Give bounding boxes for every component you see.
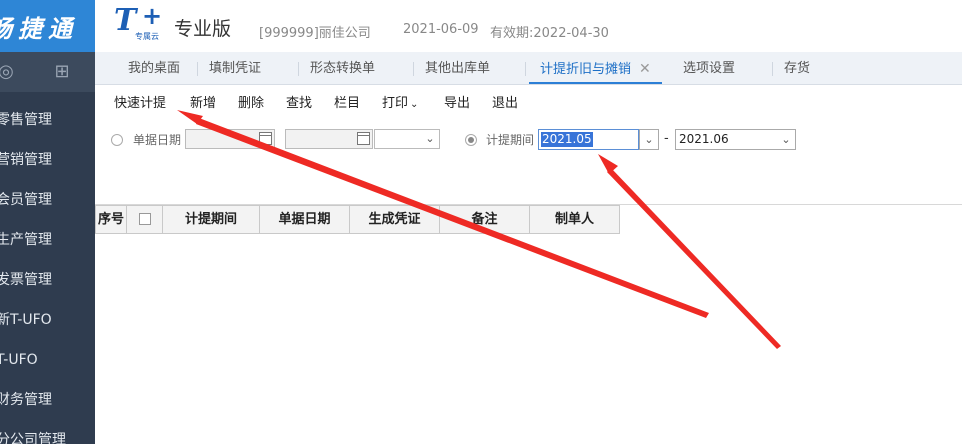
sidebar-item-label: 发票管理 bbox=[0, 272, 52, 288]
brand-text: 畅捷通 bbox=[0, 14, 78, 43]
sidebar-item-member[interactable]: 会员管理 bbox=[0, 180, 95, 220]
chevron-down-icon: ⌄ bbox=[410, 99, 419, 110]
delete-button[interactable]: 删除 bbox=[238, 92, 264, 111]
sidebar-item-finance[interactable]: 财务管理 bbox=[0, 380, 95, 420]
validity-date: 有效期:2022-04-30 bbox=[490, 26, 609, 41]
tab-label: 其他出库单 bbox=[425, 61, 491, 76]
period-label: 计提期间 bbox=[486, 133, 535, 147]
calendar-icon[interactable] bbox=[357, 132, 370, 145]
tab-divider bbox=[772, 62, 773, 76]
sidebar-item-label: 零售管理 bbox=[0, 112, 52, 128]
doc-date-label: 单据日期 bbox=[133, 133, 182, 147]
column-header-remark[interactable]: 备注 bbox=[440, 205, 530, 234]
sidebar-item-retail[interactable]: 零售管理 bbox=[0, 100, 95, 140]
data-grid: 序号 计提期间 单据日期 生成凭证 备注 制单人 bbox=[95, 205, 962, 444]
sidebar-item-label: 会员管理 bbox=[0, 192, 52, 208]
sidebar: 畅捷通 ◎ ⊞ 零售管理 营销管理 会员管理 生产管理 发票管理 新T-UFO … bbox=[0, 0, 95, 444]
close-icon[interactable]: ✕ bbox=[639, 61, 651, 77]
sidebar-icon-bar: ◎ ⊞ bbox=[0, 52, 95, 92]
period-to-field[interactable]: 2021.06 ⌄ bbox=[675, 129, 796, 150]
grid-header: 序号 计提期间 单据日期 生成凭证 备注 制单人 bbox=[95, 205, 620, 234]
chevron-down-icon[interactable]: ⌄ bbox=[639, 129, 659, 150]
sidebar-item-production[interactable]: 生产管理 bbox=[0, 220, 95, 260]
calendar-icon[interactable] bbox=[259, 132, 272, 145]
column-header-index[interactable]: 序号 bbox=[95, 205, 127, 234]
sidebar-item-marketing[interactable]: 营销管理 bbox=[0, 140, 95, 180]
tab-form-conversion[interactable]: 形态转换单 bbox=[310, 52, 375, 84]
search-icon[interactable]: ◎ bbox=[0, 62, 16, 82]
tab-label: 我的桌面 bbox=[128, 61, 181, 76]
sidebar-menu: 零售管理 营销管理 会员管理 生产管理 发票管理 新T-UFO T-UFO 财务… bbox=[0, 100, 95, 444]
select-all-checkbox[interactable] bbox=[138, 212, 151, 225]
company-name: [999999]丽佳公司 bbox=[259, 26, 371, 41]
doc-date-radio[interactable] bbox=[111, 134, 123, 146]
product-logo: T bbox=[114, 3, 137, 38]
sidebar-item-t-ufo[interactable]: T-UFO bbox=[0, 340, 95, 380]
period-from-field[interactable]: 2021.05 bbox=[538, 129, 639, 150]
toolbar: 快速计提 新增 删除 查找 栏目 打印 ⌄ 导出 退出 bbox=[95, 85, 962, 115]
chevron-down-icon[interactable]: ⌄ bbox=[421, 130, 439, 148]
tab-label: 计提折旧与摊销 bbox=[540, 62, 632, 77]
column-header-select[interactable] bbox=[127, 205, 163, 234]
column-header-period[interactable]: 计提期间 bbox=[163, 205, 260, 234]
sidebar-item-label: 分公司管理 bbox=[0, 432, 66, 444]
tab-divider bbox=[197, 62, 198, 76]
tab-other-outbound[interactable]: 其他出库单 bbox=[425, 52, 490, 84]
tab-label: 存货 bbox=[784, 61, 811, 76]
sidebar-item-label: 财务管理 bbox=[0, 392, 52, 408]
product-logo-subtitle: 专属云 bbox=[135, 32, 159, 41]
tab-divider bbox=[298, 62, 299, 76]
find-button[interactable]: 查找 bbox=[286, 92, 312, 111]
tab-inventory[interactable]: 存货 bbox=[784, 52, 810, 84]
tab-depreciation[interactable]: 计提折旧与摊销 ✕ bbox=[529, 52, 662, 84]
login-date: 2021-06-09 bbox=[403, 22, 479, 37]
columns-button[interactable]: 栏目 bbox=[334, 92, 360, 111]
brand-logo: 畅捷通 bbox=[0, 0, 95, 52]
tab-divider bbox=[413, 62, 414, 76]
export-button[interactable]: 导出 bbox=[444, 92, 470, 111]
add-button[interactable]: 新增 bbox=[190, 92, 216, 111]
filter-panel: 单据日期 ⌄ 计提期间 2021.05 ⌄ - 2021.06 ⌄ bbox=[95, 116, 962, 205]
print-button[interactable]: 打印 ⌄ bbox=[382, 92, 418, 111]
tab-voucher-entry[interactable]: 填制凭证 bbox=[209, 52, 261, 84]
tab-label: 形态转换单 bbox=[310, 61, 376, 76]
column-header-doc-date[interactable]: 单据日期 bbox=[260, 205, 350, 234]
doc-date-from-field[interactable] bbox=[185, 129, 275, 149]
sidebar-item-branch[interactable]: 分公司管理 bbox=[0, 420, 95, 444]
period-radio[interactable] bbox=[465, 134, 477, 146]
column-header-voucher[interactable]: 生成凭证 bbox=[350, 205, 440, 234]
tab-bar: 我的桌面 填制凭证 形态转换单 其他出库单 计提折旧与摊销 ✕ 选项设置 存货 bbox=[95, 52, 962, 85]
sidebar-item-label: T-UFO bbox=[0, 352, 38, 368]
range-dash: - bbox=[664, 131, 669, 146]
app-header: T + 专属云 专业版 [999999]丽佳公司 2021-06-09 有效期:… bbox=[95, 0, 962, 52]
doc-date-select[interactable]: ⌄ bbox=[374, 129, 440, 149]
period-from-value: 2021.05 bbox=[541, 132, 593, 147]
sidebar-item-label: 生产管理 bbox=[0, 232, 52, 248]
tab-my-desktop[interactable]: 我的桌面 bbox=[128, 52, 180, 84]
edition-label: 专业版 bbox=[174, 18, 232, 40]
sidebar-item-invoice[interactable]: 发票管理 bbox=[0, 260, 95, 300]
tab-divider bbox=[525, 62, 526, 76]
chevron-down-icon[interactable]: ⌄ bbox=[777, 131, 795, 149]
tab-options[interactable]: 选项设置 bbox=[683, 52, 735, 84]
quick-accrue-button[interactable]: 快速计提 bbox=[114, 92, 166, 111]
product-logo-plus: + bbox=[142, 2, 163, 30]
print-label: 打印 bbox=[382, 96, 409, 111]
add-shortcut-icon[interactable]: ⊞ bbox=[52, 62, 72, 82]
column-header-creator[interactable]: 制单人 bbox=[530, 205, 620, 234]
sidebar-item-label: 新T-UFO bbox=[0, 312, 52, 328]
period-to-value: 2021.06 bbox=[679, 132, 729, 146]
sidebar-item-new-t-ufo[interactable]: 新T-UFO bbox=[0, 300, 95, 340]
sidebar-item-label: 营销管理 bbox=[0, 152, 52, 168]
tab-label: 填制凭证 bbox=[209, 61, 262, 76]
doc-date-to-field[interactable] bbox=[285, 129, 373, 149]
tab-label: 选项设置 bbox=[683, 61, 736, 76]
exit-button[interactable]: 退出 bbox=[492, 92, 518, 111]
